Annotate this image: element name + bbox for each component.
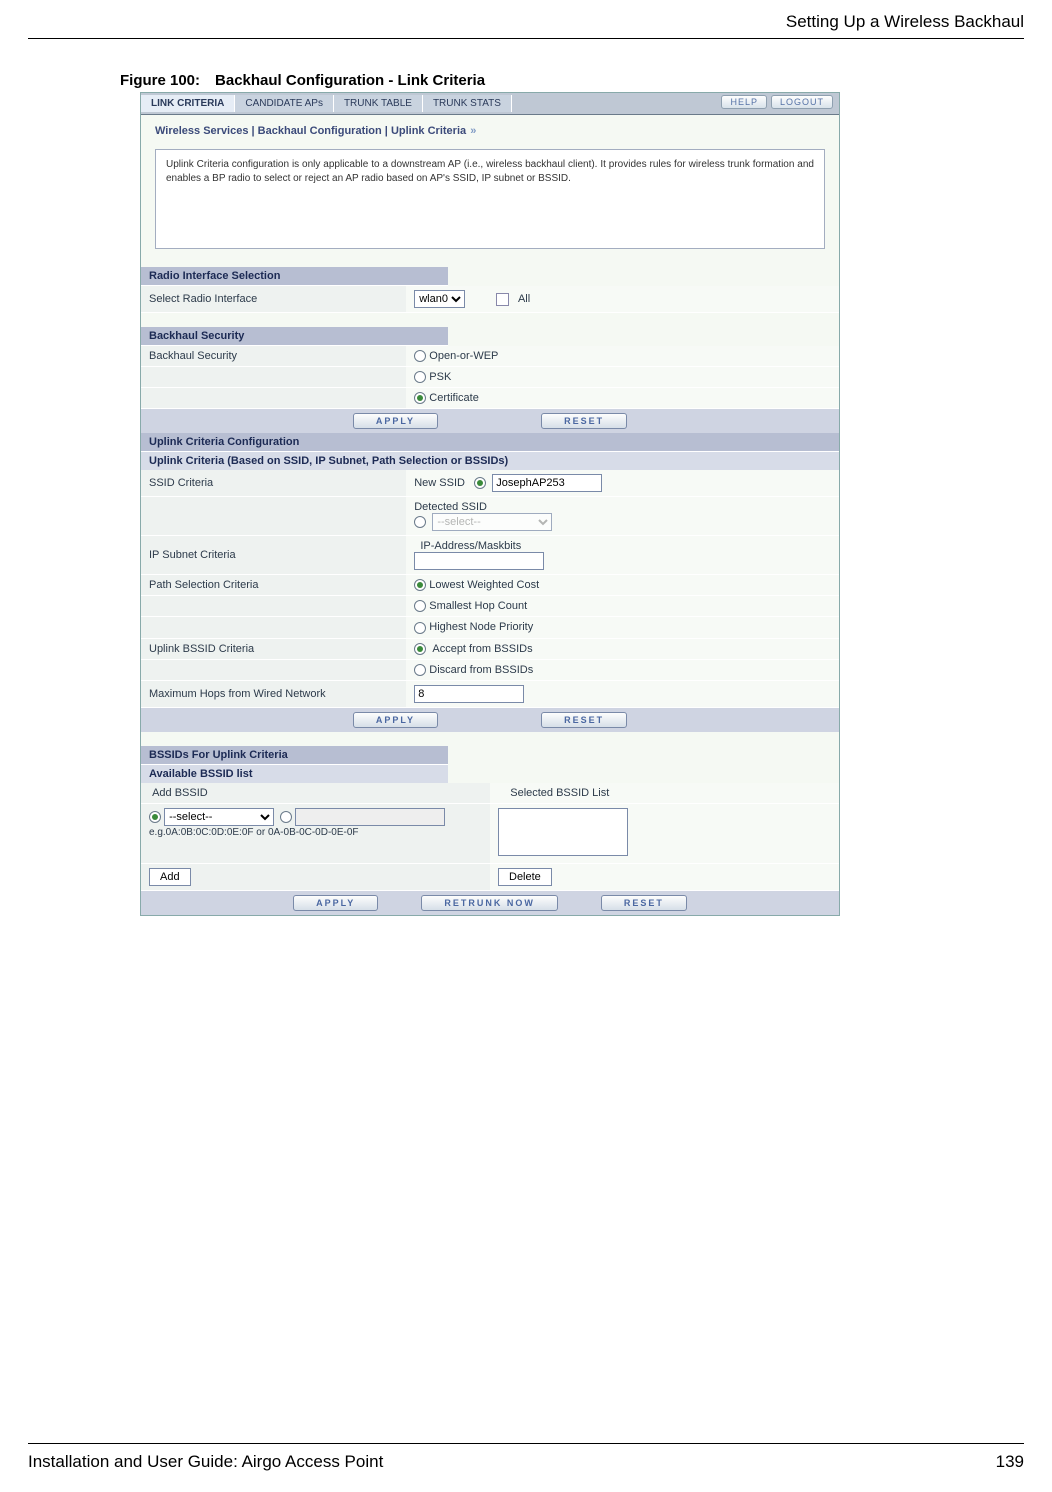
radio-accept-bssids[interactable] (414, 643, 426, 655)
apply-button-2[interactable]: APPLY (353, 712, 438, 728)
new-ssid-input[interactable] (492, 474, 602, 492)
detected-ssid-select[interactable]: --select-- (432, 513, 552, 531)
footer-rule (28, 1443, 1024, 1444)
max-hops-input[interactable] (414, 685, 524, 703)
backhaul-security-table: Backhaul Security Open-or-WEP PSK Certif… (141, 346, 839, 409)
opt-accept-bssids: Accept from BSSIDs (432, 643, 532, 655)
selected-bssid-listbox[interactable] (498, 808, 628, 856)
radio-certificate[interactable] (414, 392, 426, 404)
subhead-available-bssid: Available BSSID list (141, 765, 448, 783)
logout-button[interactable]: LOGOUT (771, 95, 833, 109)
delete-button[interactable] (498, 868, 552, 886)
info-box: Uplink Criteria configuration is only ap… (155, 149, 825, 249)
label-ssid-criteria: SSID Criteria (141, 470, 406, 497)
radio-add-bssid-text[interactable] (280, 811, 292, 823)
opt-psk: PSK (429, 371, 451, 383)
uplink-criteria-table: SSID Criteria New SSID Detected SSID --s… (141, 470, 839, 707)
bssid-example: e.g.0A:0B:0C:0D:0E:0F or 0A-0B-0C-0D-0E-… (149, 827, 359, 838)
label-max-hops: Maximum Hops from Wired Network (141, 680, 406, 707)
opt-open-wep: Open-or-WEP (429, 350, 498, 362)
app-window: LINK CRITERIA CANDIDATE APs TRUNK TABLE … (140, 92, 840, 916)
tab-trunk-stats[interactable]: TRUNK STATS (423, 95, 512, 112)
running-header: Setting Up a Wireless Backhaul (786, 12, 1024, 32)
ip-subnet-input[interactable] (414, 552, 544, 570)
opt-highest-priority: Highest Node Priority (429, 621, 533, 633)
header-rule (28, 38, 1024, 39)
reset-button-2[interactable]: RESET (541, 712, 627, 728)
tab-link-criteria[interactable]: LINK CRITERIA (141, 95, 235, 112)
footer-left: Installation and User Guide: Airgo Acces… (28, 1452, 383, 1472)
bssid-button-row: APPLY RETRUNK NOW RESET (141, 891, 839, 915)
label-ip-header: IP-Address/Maskbits (420, 540, 521, 552)
reset-button-3[interactable]: RESET (601, 895, 687, 911)
opt-lowest-cost: Lowest Weighted Cost (429, 579, 539, 591)
apply-button-3[interactable]: APPLY (293, 895, 378, 911)
radio-new-ssid[interactable] (474, 477, 486, 489)
section-uplink-config: Uplink Criteria Configuration (141, 433, 839, 452)
add-button[interactable] (149, 868, 191, 886)
bssid-table: Add BSSID Selected BSSID List --select--… (141, 783, 839, 891)
breadcrumb-arrow-icon: » (469, 125, 474, 137)
label-path-selection: Path Selection Criteria (141, 575, 406, 596)
radio-lowest-cost[interactable] (414, 579, 426, 591)
label-uplink-bssid: Uplink BSSID Criteria (141, 638, 406, 659)
radio-open-wep[interactable] (414, 350, 426, 362)
all-checkbox[interactable] (496, 293, 509, 306)
add-bssid-select[interactable]: --select-- (164, 808, 274, 826)
radio-interface-table: Select Radio Interface wlan0 All (141, 286, 839, 313)
radio-smallest-hop[interactable] (414, 600, 426, 612)
uplink-button-row: APPLY RESET (141, 708, 839, 732)
opt-discard-bssids: Discard from BSSIDs (429, 664, 533, 676)
radio-add-bssid-select[interactable] (149, 811, 161, 823)
opt-smallest-hop: Smallest Hop Count (429, 600, 527, 612)
label-selected-bssid-list: Selected BSSID List (510, 787, 609, 799)
breadcrumb: Wireless Services | Backhaul Configurati… (141, 115, 839, 143)
page-number: 139 (996, 1452, 1024, 1472)
opt-certificate: Certificate (429, 392, 479, 404)
label-select-radio: Select Radio Interface (141, 286, 406, 313)
breadcrumb-a: Wireless Services (155, 125, 248, 137)
label-ip-subnet: IP Subnet Criteria (141, 536, 406, 575)
section-bssids: BSSIDs For Uplink Criteria (141, 746, 448, 765)
breadcrumb-b: Backhaul Configuration (258, 125, 382, 137)
all-label: All (518, 293, 530, 305)
tab-bar: LINK CRITERIA CANDIDATE APs TRUNK TABLE … (141, 93, 839, 115)
radio-discard-bssids[interactable] (414, 664, 426, 676)
help-button[interactable]: HELP (721, 95, 767, 109)
subhead-uplink-criteria: Uplink Criteria (Based on SSID, IP Subne… (141, 452, 839, 470)
radio-interface-select[interactable]: wlan0 (414, 290, 465, 308)
radio-highest-priority[interactable] (414, 622, 426, 634)
label-new-ssid: New SSID (414, 477, 465, 489)
label-backhaul-security: Backhaul Security (141, 346, 406, 367)
figure-caption: Figure 100: Backhaul Configuration - Lin… (120, 72, 485, 89)
tab-candidate-aps[interactable]: CANDIDATE APs (235, 95, 334, 112)
label-add-bssid: Add BSSID (152, 787, 208, 799)
security-button-row: APPLY RESET (141, 409, 839, 433)
breadcrumb-c: Uplink Criteria (391, 125, 466, 137)
add-bssid-text-input[interactable] (295, 808, 445, 826)
tab-trunk-table[interactable]: TRUNK TABLE (334, 95, 423, 112)
label-detected-ssid: Detected SSID (414, 501, 487, 513)
apply-button-1[interactable]: APPLY (353, 413, 438, 429)
reset-button-1[interactable]: RESET (541, 413, 627, 429)
radio-detected-ssid[interactable] (414, 516, 426, 528)
section-backhaul-security: Backhaul Security (141, 327, 448, 346)
radio-psk[interactable] (414, 371, 426, 383)
section-radio-interface: Radio Interface Selection (141, 267, 448, 286)
retrunk-button[interactable]: RETRUNK NOW (421, 895, 558, 911)
